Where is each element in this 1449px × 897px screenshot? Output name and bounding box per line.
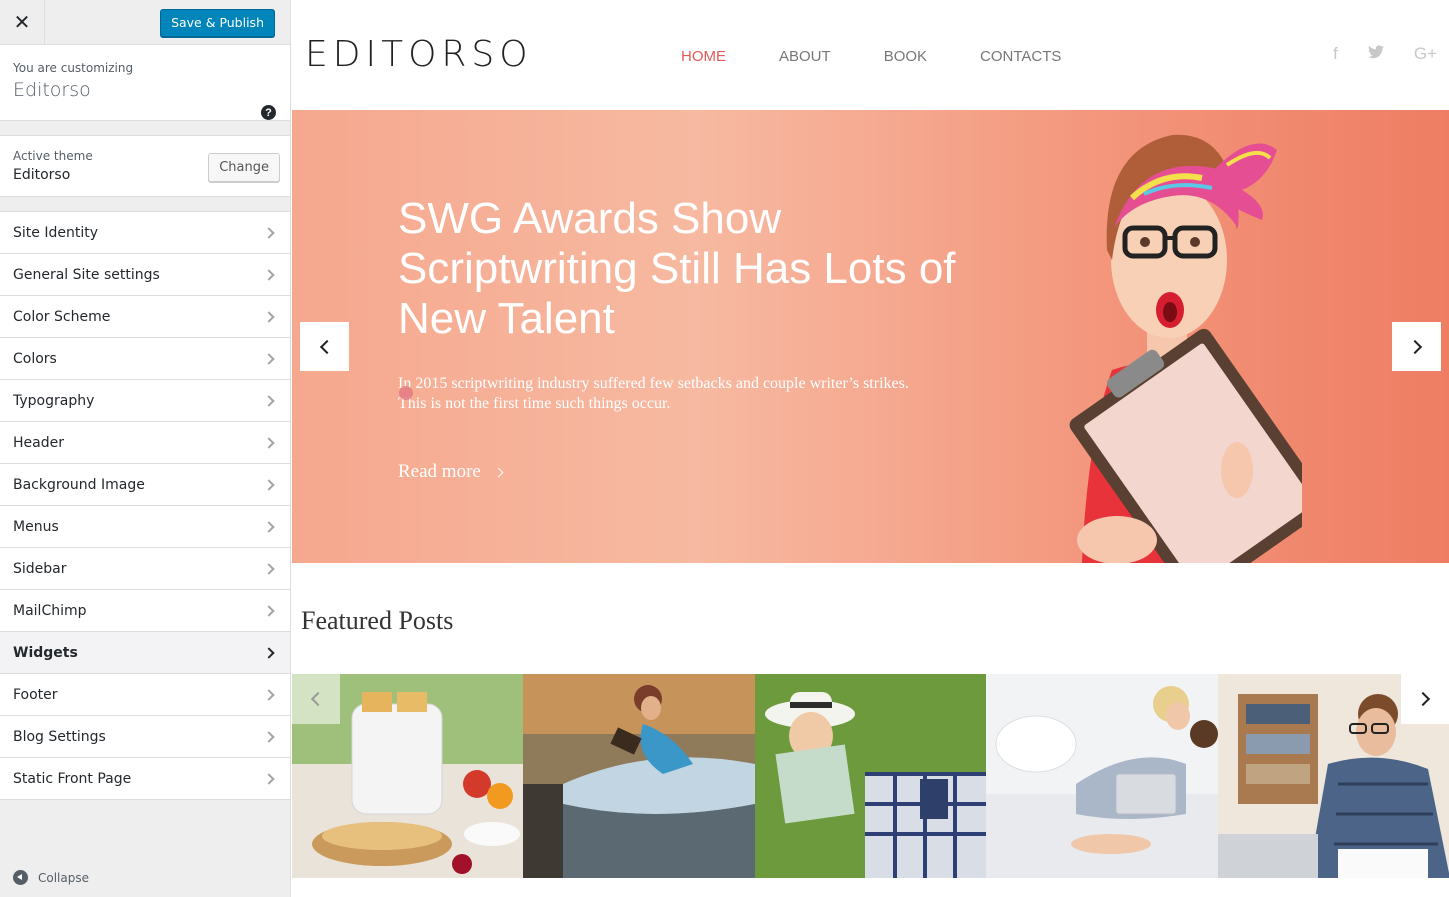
chevron-right-icon <box>263 436 275 449</box>
cursor-indicator <box>399 386 413 400</box>
section-label: Static Front Page <box>13 770 132 787</box>
customizer-info: You are customizing Editorso ? <box>0 45 290 121</box>
featured-posts-carousel <box>292 674 1449 878</box>
social-links: f G+ <box>1333 44 1437 64</box>
google-plus-icon[interactable]: G+ <box>1414 44 1437 64</box>
section-label: Header <box>13 434 64 451</box>
section-label: General Site settings <box>13 266 160 283</box>
chevron-right-icon <box>1415 691 1431 707</box>
customizer-header: ✕ Save & Publish <box>0 0 290 45</box>
section-label: Background Image <box>13 476 145 493</box>
section-label: Typography <box>13 392 95 409</box>
girl-with-book-photo <box>754 674 987 878</box>
section-label: Colors <box>13 350 57 367</box>
save-publish-button[interactable]: Save & Publish <box>160 9 275 37</box>
active-theme-panel: Active theme Editorso Change <box>0 135 290 197</box>
chevron-right-icon <box>263 226 275 239</box>
featured-posts-heading: Featured Posts <box>301 606 454 635</box>
section-label: Color Scheme <box>13 308 111 325</box>
site-preview: EDITORSO HOME ABOUT BOOK CONTACTS f G+ S… <box>292 0 1449 897</box>
featured-post-4[interactable] <box>986 674 1218 878</box>
chevron-right-icon <box>493 467 504 477</box>
section-label: Widgets <box>13 644 78 661</box>
woman-reading-lake-photo <box>523 674 755 878</box>
section-widgets[interactable]: Widgets <box>0 632 290 674</box>
customizing-label: You are customizing <box>13 61 134 75</box>
section-blog-settings[interactable]: Blog Settings <box>0 716 290 758</box>
slider-prev-button[interactable] <box>300 322 349 371</box>
nav-book[interactable]: BOOK <box>884 48 927 65</box>
main-nav: HOME ABOUT BOOK CONTACTS <box>681 48 1114 65</box>
customizer-sections: Site Identity General Site settings Colo… <box>0 211 290 800</box>
facebook-icon[interactable]: f <box>1333 44 1338 64</box>
section-background-image[interactable]: Background Image <box>0 464 290 506</box>
nav-home[interactable]: HOME <box>681 48 726 65</box>
slider-next-button[interactable] <box>1392 322 1441 371</box>
section-label: Sidebar <box>13 560 67 577</box>
customizer-sidebar: ✕ Save & Publish You are customizing Edi… <box>0 0 291 897</box>
chevron-right-icon <box>263 604 275 617</box>
section-label: MailChimp <box>13 602 87 619</box>
nav-contacts[interactable]: CONTACTS <box>980 48 1061 65</box>
section-label: Footer <box>13 686 58 703</box>
close-icon[interactable]: ✕ <box>0 0 45 44</box>
hero-title[interactable]: SWG Awards Show Scriptwriting Still Has … <box>398 194 958 344</box>
collapse-icon <box>13 870 28 885</box>
carousel-prev-button[interactable] <box>292 674 340 724</box>
section-color-scheme[interactable]: Color Scheme <box>0 296 290 338</box>
chevron-left-icon <box>310 691 326 707</box>
section-static-front-page[interactable]: Static Front Page <box>0 758 290 800</box>
help-icon[interactable]: ? <box>261 105 276 120</box>
chevron-right-icon <box>1407 339 1422 354</box>
chevron-left-icon <box>319 339 334 354</box>
mother-child-laptop-photo <box>986 674 1218 878</box>
section-mailchimp[interactable]: MailChimp <box>0 590 290 632</box>
chevron-right-icon <box>263 268 275 281</box>
read-more-label: Read more <box>398 461 481 482</box>
twitter-icon[interactable] <box>1367 44 1384 64</box>
hero-slider: SWG Awards Show Scriptwriting Still Has … <box>292 110 1449 563</box>
section-typography[interactable]: Typography <box>0 380 290 422</box>
collapse-button[interactable]: Collapse <box>13 870 89 885</box>
hero-excerpt: In 2015 scriptwriting industry suffered … <box>398 375 909 412</box>
carousel-next-button[interactable] <box>1401 674 1449 724</box>
chevron-right-icon <box>263 394 275 407</box>
site-logo[interactable]: EDITORSO <box>305 34 533 75</box>
read-more-link[interactable]: Read more <box>398 461 504 483</box>
chevron-right-icon <box>263 310 275 323</box>
nav-about[interactable]: ABOUT <box>779 48 831 65</box>
section-site-identity[interactable]: Site Identity <box>0 212 290 254</box>
chevron-right-icon <box>263 520 275 533</box>
chevron-right-icon <box>263 562 275 575</box>
section-label: Blog Settings <box>13 728 106 745</box>
collapse-label: Collapse <box>38 870 89 885</box>
section-colors[interactable]: Colors <box>0 338 290 380</box>
featured-post-3[interactable] <box>754 674 987 878</box>
section-general-site-settings[interactable]: General Site settings <box>0 254 290 296</box>
chevron-right-icon <box>263 772 275 785</box>
section-header[interactable]: Header <box>0 422 290 464</box>
section-menus[interactable]: Menus <box>0 506 290 548</box>
chevron-right-icon <box>263 478 275 491</box>
section-sidebar[interactable]: Sidebar <box>0 548 290 590</box>
chevron-right-icon <box>263 646 275 659</box>
chevron-right-icon <box>263 688 275 701</box>
featured-post-2[interactable] <box>523 674 755 878</box>
section-label: Menus <box>13 518 59 535</box>
chevron-right-icon <box>263 352 275 365</box>
chevron-right-icon <box>263 730 275 743</box>
change-theme-button[interactable]: Change <box>208 153 280 182</box>
site-title: Editorso <box>13 79 91 101</box>
section-label: Site Identity <box>13 224 98 241</box>
section-footer[interactable]: Footer <box>0 674 290 716</box>
